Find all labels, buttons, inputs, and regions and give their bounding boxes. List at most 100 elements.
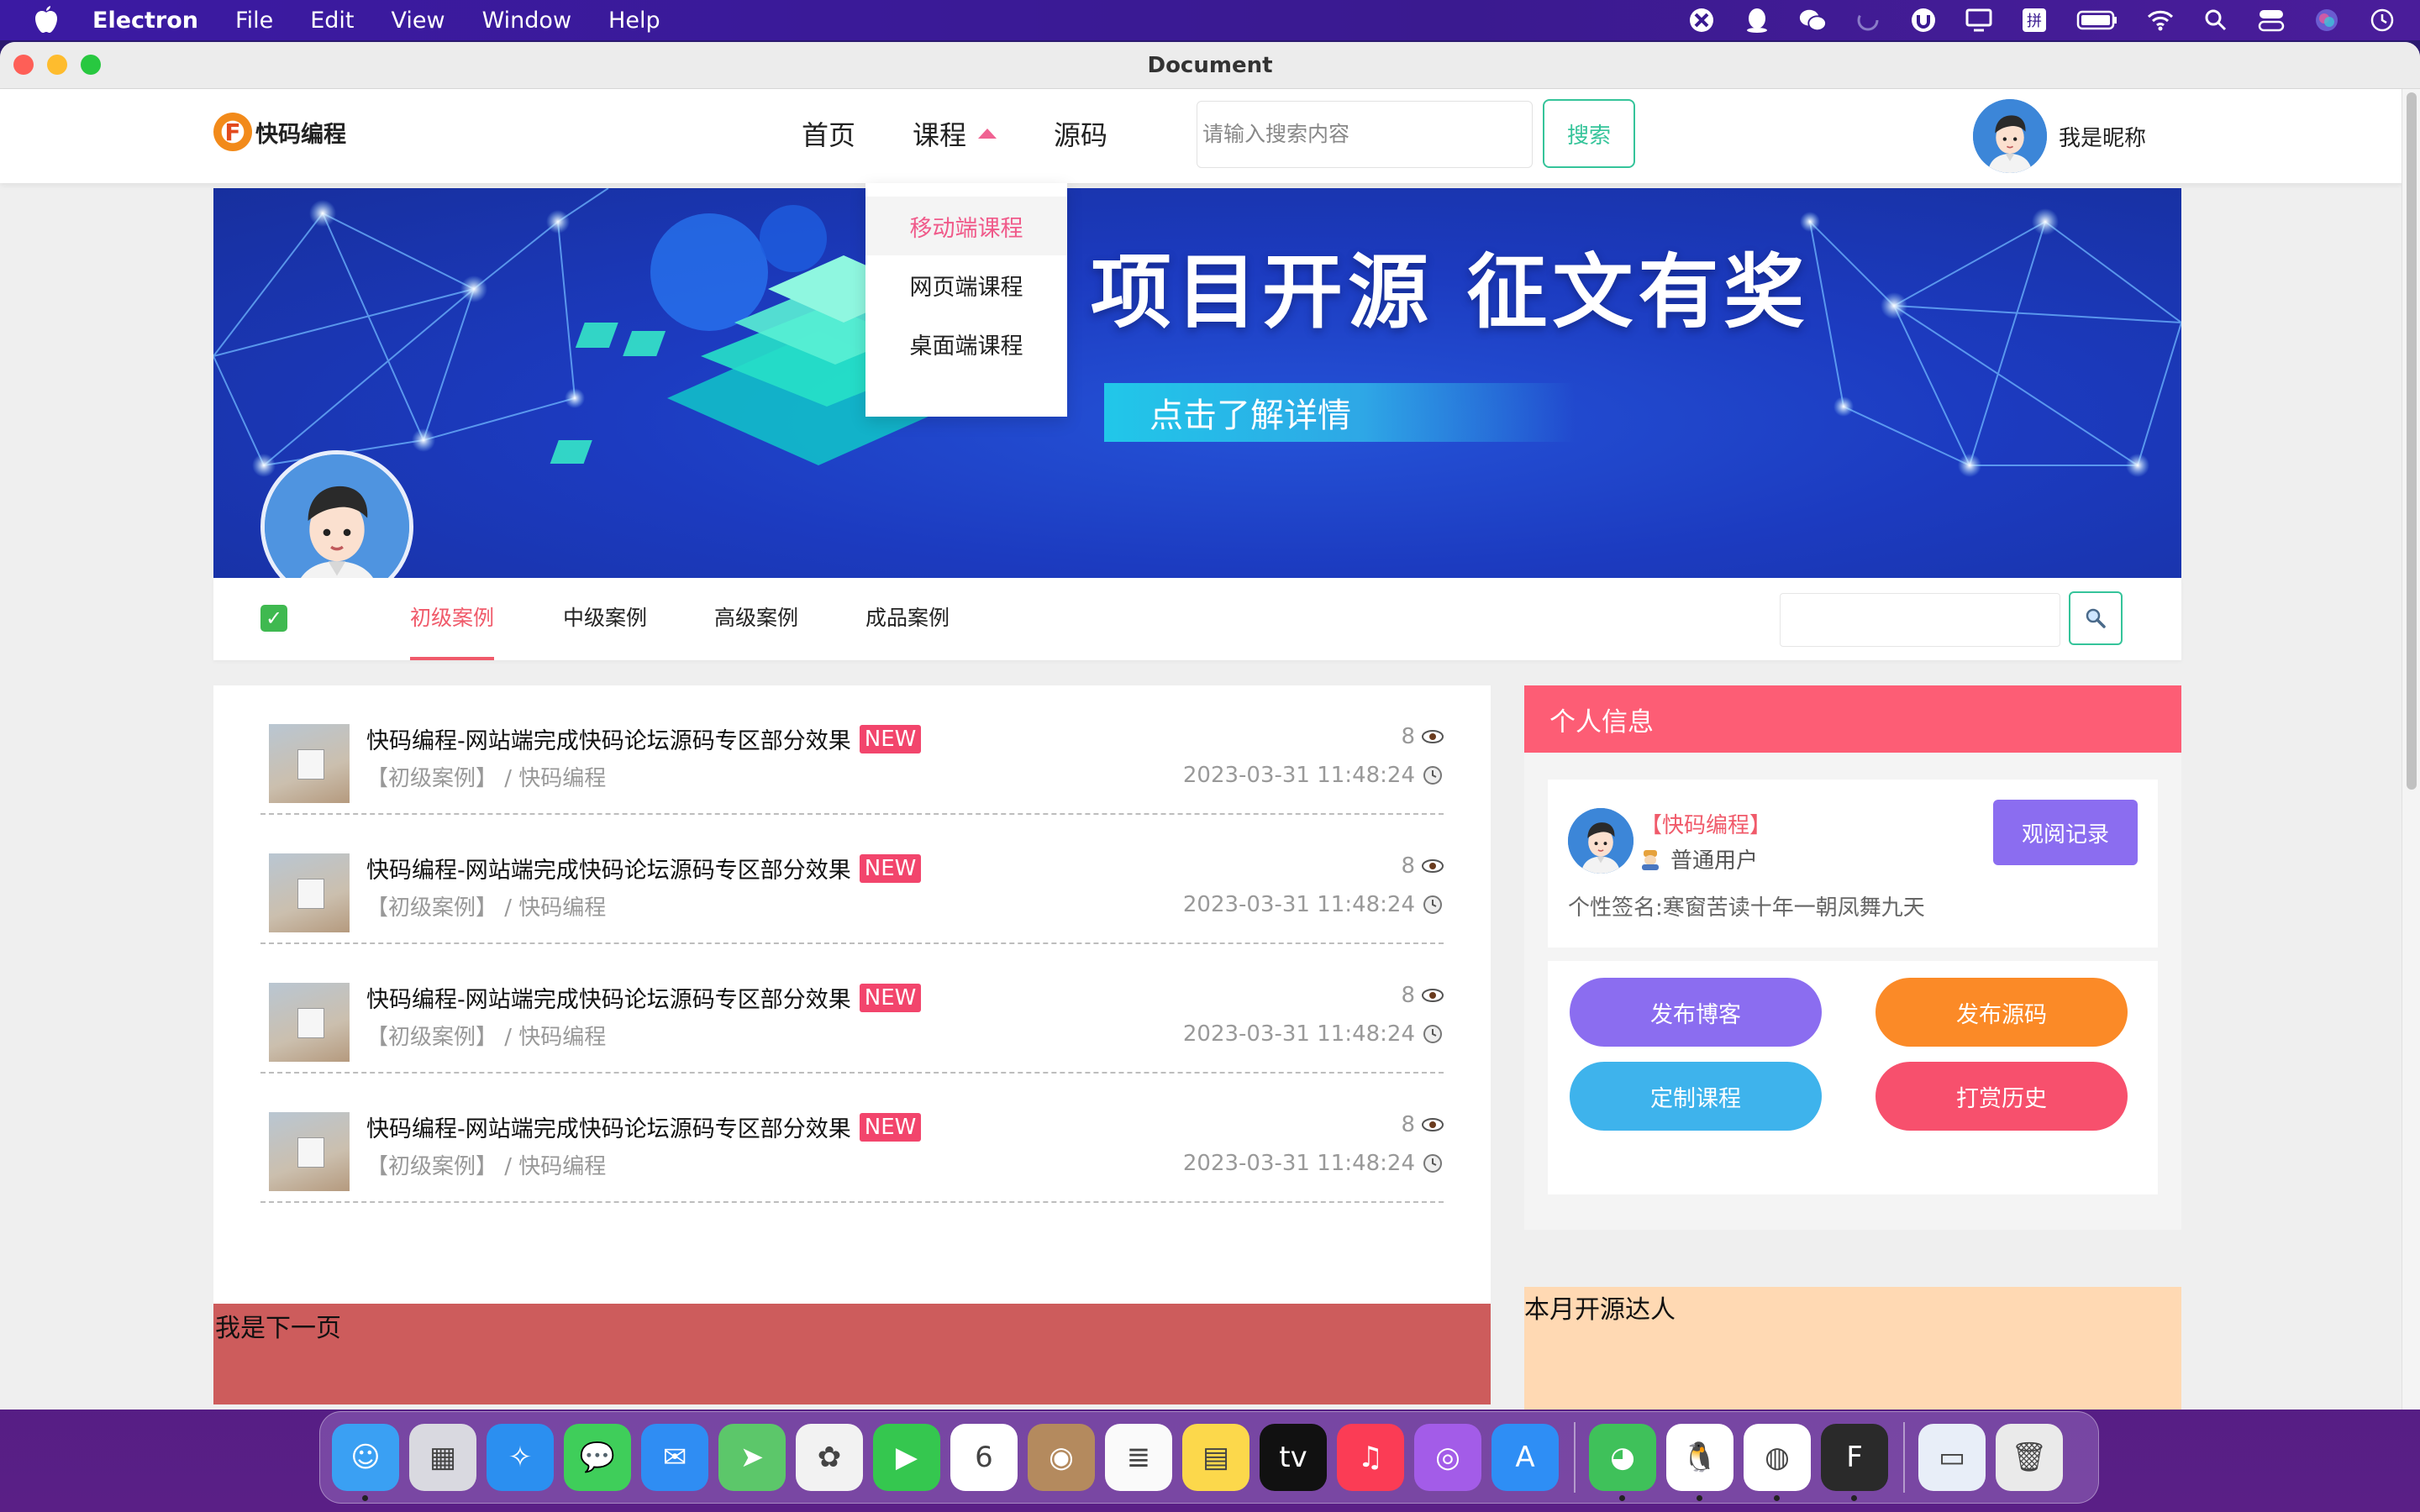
profile-signature: 个性签名:寒窗苦读十年一朝凤舞九天 [1568, 895, 1925, 921]
list-item[interactable]: 快码编程-网站端完成快码论坛源码专区部分效果 NEW 【初级案例】 / 快码编程 … [260, 944, 1444, 1074]
list-item[interactable]: 快码编程-网站端完成快码论坛源码专区部分效果 NEW 【初级案例】 / 快码编程 … [260, 815, 1444, 944]
article-title[interactable]: 快码编程-网站端完成快码论坛源码专区部分效果 NEW [366, 852, 922, 885]
podcasts-icon[interactable]: ◎ [1414, 1424, 1481, 1491]
checkmark-icon[interactable]: ✓ [260, 605, 287, 632]
mail-icon[interactable]: ✉ [641, 1424, 708, 1491]
page-scrollbar[interactable] [2402, 89, 2420, 1410]
article-view-count: 8 [1401, 853, 1415, 879]
article-category: 【初级案例】 / 快码编程 [366, 895, 607, 921]
article-thumbnail[interactable] [269, 853, 350, 932]
article-category: 【初级案例】 / 快码编程 [366, 766, 607, 791]
profile-name[interactable]: 【快码编程】 [1640, 808, 1771, 839]
calendar-icon[interactable]: 6 [950, 1424, 1018, 1491]
case-search-button[interactable] [2069, 591, 2123, 645]
tab-intermediate-cases[interactable]: 中级案例 [563, 601, 647, 660]
photos-icon[interactable]: ✿ [796, 1424, 863, 1491]
siri-icon[interactable] [2312, 6, 2341, 34]
clock-icon[interactable] [2368, 6, 2396, 34]
main-nav: 首页 课程 源码 [802, 114, 1165, 153]
chrome-icon[interactable]: ◍ [1744, 1424, 1811, 1501]
nav-home[interactable]: 首页 [802, 114, 855, 153]
kuaima-app-icon[interactable]: F [1821, 1424, 1888, 1501]
control-center-icon[interactable] [2257, 6, 2286, 34]
display-icon[interactable] [1965, 6, 1993, 34]
hero-banner[interactable]: 项目开源 征文有奖 点击了解详情 [213, 188, 2181, 578]
apple-icon[interactable] [30, 4, 62, 36]
logo-text: 快码编程 [255, 121, 346, 148]
qq-status-icon[interactable] [1743, 6, 1771, 34]
article-thumbnail[interactable] [269, 1112, 350, 1191]
logo-mark-icon: F [213, 113, 252, 151]
minimize-window-button[interactable] [47, 55, 67, 75]
apple-tv-icon[interactable]: tv [1260, 1424, 1327, 1491]
messages-icon[interactable]: 💬 [564, 1424, 631, 1491]
list-item[interactable]: 快码编程-网站端完成快码论坛源码专区部分效果 NEW 【初级案例】 / 快码编程 … [260, 685, 1444, 815]
nav-home-label: 首页 [802, 119, 856, 151]
reminders-icon[interactable]: ≣ [1105, 1424, 1172, 1491]
site-logo[interactable]: F 快码编程 [213, 113, 346, 151]
search-button[interactable]: 搜索 [1543, 99, 1635, 168]
menu-help[interactable]: Help [608, 8, 660, 34]
launchpad-icon[interactable]: ▦ [409, 1424, 476, 1491]
safari-icon[interactable]: ✧ [487, 1424, 554, 1491]
list-item[interactable]: 快码编程-网站端完成快码论坛源码专区部分效果 NEW 【初级案例】 / 快码编程 … [260, 1074, 1444, 1203]
view-history-button[interactable]: 观阅记录 [1993, 800, 2138, 865]
tool-icon[interactable] [1687, 6, 1716, 34]
finder-icon[interactable]: ☺ [332, 1424, 399, 1501]
nav-source-code[interactable]: 源码 [1054, 114, 1107, 153]
dropdown-item-mobile-courses[interactable]: 移动端课程 [865, 197, 1067, 255]
battery-icon[interactable] [2075, 6, 2119, 34]
input-method-icon[interactable]: 拼 [2020, 6, 2049, 34]
trash-icon[interactable]: 🗑 [1996, 1424, 2063, 1491]
notes-icon[interactable]: ▤ [1182, 1424, 1249, 1491]
courses-dropdown-menu: 移动端课程 网页端课程 桌面端课程 [865, 183, 1067, 417]
clock-icon [1422, 894, 1444, 916]
search-input[interactable] [1197, 101, 1533, 168]
article-category: 【初级案例】 / 快码编程 [366, 1025, 607, 1050]
maximize-window-button[interactable] [81, 55, 101, 75]
article-title[interactable]: 快码编程-网站端完成快码论坛源码专区部分效果 NEW [366, 981, 922, 1014]
article-title[interactable]: 快码编程-网站端完成快码论坛源码专区部分效果 NEW [366, 1110, 922, 1143]
publish-source-button[interactable]: 发布源码 [1876, 978, 2128, 1047]
menu-window[interactable]: Window [482, 8, 571, 34]
banner-headline: 项目开源 征文有奖 [1091, 245, 1810, 339]
facetime-icon[interactable]: ▶ [873, 1424, 940, 1491]
custom-course-button[interactable]: 定制课程 [1570, 1062, 1822, 1131]
wechat-icon[interactable]: ◕ [1589, 1424, 1656, 1501]
profile-avatar[interactable] [1568, 808, 1634, 874]
nav-courses[interactable]: 课程 [913, 114, 997, 153]
article-title[interactable]: 快码编程-网站端完成快码论坛源码专区部分效果 NEW [366, 722, 922, 755]
dropdown-item-desktop-courses[interactable]: 桌面端课程 [865, 314, 1067, 373]
close-window-button[interactable] [13, 55, 34, 75]
dropdown-item-web-courses[interactable]: 网页端课程 [865, 255, 1067, 314]
tab-finished-cases[interactable]: 成品案例 [865, 601, 950, 660]
article-thumbnail[interactable] [269, 724, 350, 803]
vpn-icon[interactable] [1909, 6, 1938, 34]
menubar-app-name[interactable]: Electron [92, 8, 198, 34]
preview-window-icon[interactable]: ▭ [1918, 1424, 1986, 1491]
menu-view[interactable]: View [392, 8, 445, 34]
article-date-text: 2023-03-31 11:48:24 [1182, 1151, 1415, 1176]
menu-file[interactable]: File [235, 8, 273, 34]
spotlight-search-icon[interactable] [2202, 6, 2230, 34]
contacts-icon[interactable]: ◉ [1028, 1424, 1095, 1491]
case-search-input[interactable] [1780, 593, 2060, 647]
article-title-text: 快码编程-网站端完成快码论坛源码专区部分效果 [366, 728, 851, 754]
running-indicator [1619, 1495, 1625, 1501]
publish-blog-button[interactable]: 发布博客 [1570, 978, 1822, 1047]
banner-cta-button[interactable]: 点击了解详情 [1104, 383, 1575, 442]
user-menu[interactable]: 我是昵称 [1973, 99, 2146, 173]
menu-edit[interactable]: Edit [310, 8, 354, 34]
tab-advanced-cases[interactable]: 高级案例 [714, 601, 798, 660]
qq-icon[interactable]: 🐧 [1666, 1424, 1733, 1501]
scrollbar-thumb[interactable] [2407, 92, 2417, 790]
next-page-section[interactable]: 我是下一页 [213, 1304, 1491, 1404]
app-store-icon[interactable]: A [1491, 1424, 1559, 1491]
tab-beginner-cases[interactable]: 初级案例 [410, 601, 495, 660]
wechat-status-icon[interactable] [1798, 6, 1827, 34]
music-icon[interactable]: ♫ [1337, 1424, 1404, 1491]
maps-icon[interactable]: ➤ [718, 1424, 786, 1491]
article-thumbnail[interactable] [269, 983, 350, 1062]
wifi-icon[interactable] [2146, 6, 2175, 34]
reward-history-button[interactable]: 打赏历史 [1876, 1062, 2128, 1131]
